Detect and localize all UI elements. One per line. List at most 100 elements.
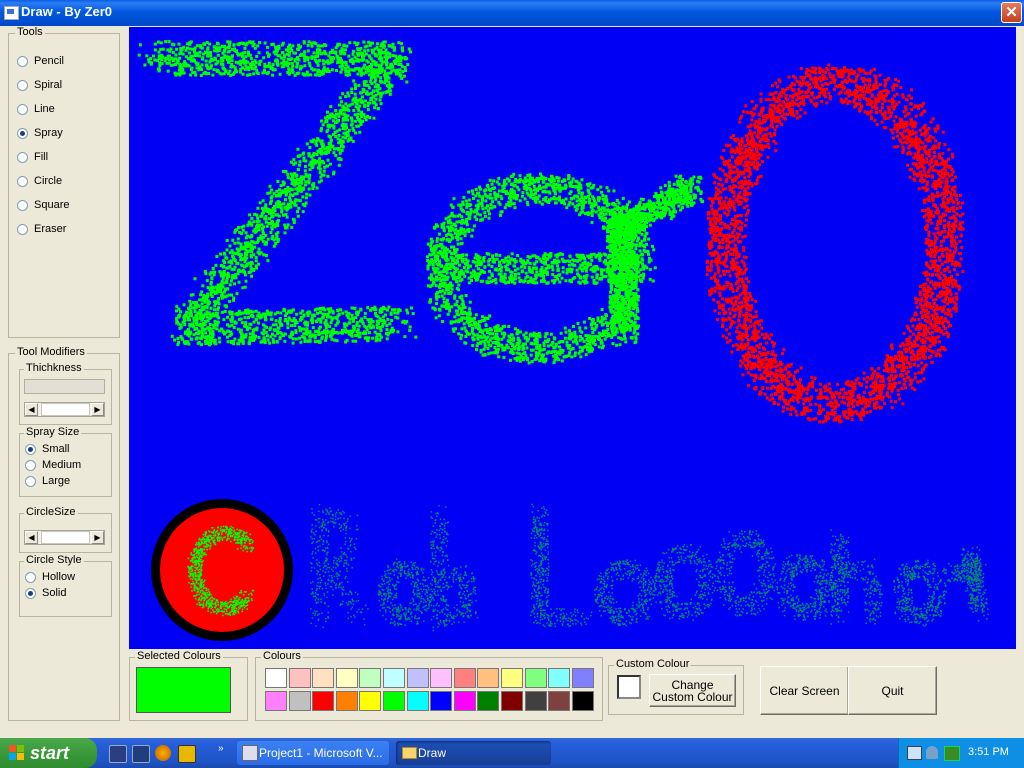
colour-swatch[interactable] [265,668,287,688]
close-icon: ✕ [1005,4,1018,21]
thickness-scrollbar[interactable]: ◀ ▶ [24,402,105,417]
scroll-right-button[interactable]: ▶ [91,403,104,416]
circle-size-scrollbar[interactable]: ◀ ▶ [24,530,105,545]
quit-label: Quit [881,683,904,698]
close-button[interactable]: ✕ [1001,2,1022,23]
radio-button[interactable] [17,151,28,163]
colour-swatch[interactable] [524,668,547,688]
system-tray: 3:51 PM [898,738,1024,768]
colour-swatch[interactable] [288,668,311,688]
scroll-right-button[interactable]: ▶ [91,531,104,544]
radio-label: Large [42,475,71,487]
radio-label: Pencil [34,55,64,67]
colour-swatch[interactable] [406,691,429,711]
radio-button[interactable] [17,175,28,187]
tool-pencil[interactable]: Pencil [17,53,64,69]
colour-swatch[interactable] [265,691,287,711]
spray-size-medium[interactable]: Medium [25,457,81,473]
app-icon [4,6,19,20]
custom-colour-swatch[interactable] [617,675,641,699]
circle-style-hollow[interactable]: Hollow [25,569,75,585]
clear-screen-button[interactable]: Clear Screen [760,666,849,715]
quit-button[interactable]: Quit [848,666,937,715]
tool-modifiers-title: Tool Modifiers [15,346,87,358]
spray-size-small[interactable]: Small [25,441,70,457]
colour-swatch[interactable] [430,668,453,688]
tool-eraser[interactable]: Eraser [17,221,66,237]
colour-swatch[interactable] [571,691,594,711]
tool-spiral[interactable]: Spiral [17,77,62,93]
colour-swatch[interactable] [501,668,523,688]
quick-launch-expand-icon[interactable]: » [218,743,224,754]
radio-button[interactable] [25,459,36,471]
colour-swatch[interactable] [335,691,358,711]
colour-swatch[interactable] [383,691,405,711]
colour-swatch[interactable] [501,691,523,711]
quick-launch-app-icon[interactable] [178,745,196,763]
radio-button[interactable] [25,475,36,487]
selected-colour-swatch [136,667,231,713]
colour-swatch[interactable] [571,668,594,688]
tool-line[interactable]: Line [17,101,55,117]
quick-launch-vs2-icon[interactable] [132,745,150,763]
start-button[interactable]: start [0,738,97,768]
colour-swatch[interactable] [406,668,429,688]
spray-size-title: Spray Size [24,426,82,438]
windows-logo-icon [9,745,24,760]
custom-colour-title: Custom Colour [614,658,692,670]
radio-button[interactable] [17,79,28,91]
title-bar: Draw - By Zer0 ✕ [0,0,1024,26]
colour-swatch[interactable] [430,691,453,711]
taskbar-button-project1[interactable]: Project1 - Microsoft V... [237,741,389,765]
spray-size-large[interactable]: Large [25,473,70,489]
colour-swatch[interactable] [312,668,335,688]
colours-frame: Colours [255,650,603,721]
colour-swatch[interactable] [453,691,476,711]
radio-label: Medium [42,459,82,471]
colours-title: Colours [261,650,303,662]
radio-button[interactable] [25,571,36,583]
scroll-left-button[interactable]: ◀ [25,531,38,544]
network-icon[interactable] [907,746,922,760]
taskbar-button-draw[interactable]: Draw [396,741,551,765]
tool-fill[interactable]: Fill [17,149,48,165]
scroll-thumb[interactable] [41,403,90,416]
antivirus-icon[interactable] [944,746,960,761]
change-custom-colour-button[interactable]: Change Custom Colour [649,674,736,707]
radio-button[interactable] [25,443,36,455]
quick-launch-media-icon[interactable] [155,745,171,761]
colour-swatch[interactable] [453,668,476,688]
colour-swatch[interactable] [312,691,335,711]
radio-label: Eraser [34,223,67,235]
tool-spray[interactable]: Spray [17,125,63,141]
colour-swatch[interactable] [477,668,500,688]
colour-swatch[interactable] [548,691,571,711]
colour-swatch[interactable] [359,691,382,711]
radio-button[interactable] [17,223,28,235]
tool-square[interactable]: Square [17,197,69,213]
taskbar-button-label: Project1 - Microsoft V... [259,746,383,760]
colour-swatch[interactable] [288,691,311,711]
radio-button[interactable] [17,103,28,115]
colour-swatch[interactable] [359,668,382,688]
radio-button[interactable] [17,55,28,67]
radio-button[interactable] [17,199,28,211]
clear-screen-label: Clear Screen [769,683,840,698]
radio-label: Line [34,103,55,115]
scroll-thumb[interactable] [41,531,90,544]
colour-swatch[interactable] [548,668,571,688]
colour-swatch[interactable] [383,668,405,688]
drawing-canvas[interactable] [129,27,1016,649]
scroll-left-button[interactable]: ◀ [25,403,38,416]
radio-button[interactable] [17,127,28,139]
colour-swatch[interactable] [477,691,500,711]
quick-launch-vs-icon[interactable] [109,745,127,763]
colour-swatch[interactable] [335,668,358,688]
circle-style-solid[interactable]: Solid [25,585,66,601]
colour-swatch[interactable] [524,691,547,711]
radio-button[interactable] [25,587,36,599]
selected-colours-title: Selected Colours [135,650,223,662]
window-title: Draw - By Zer0 [21,4,113,19]
users-icon[interactable] [926,746,938,759]
tool-circle[interactable]: Circle [17,173,62,189]
